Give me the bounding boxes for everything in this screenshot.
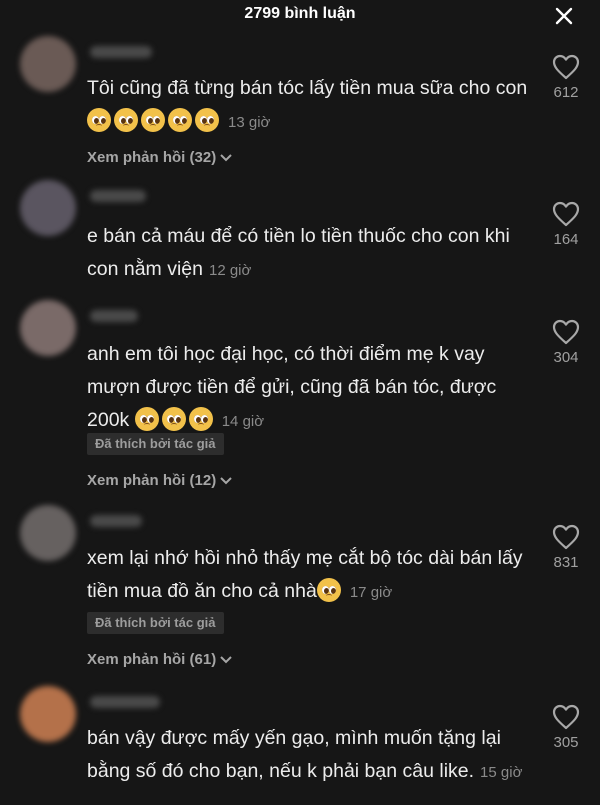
pleading-face-emoji xyxy=(161,407,186,431)
comment-time: 13 giờ xyxy=(228,114,271,131)
username-blurred[interactable] xyxy=(90,190,146,202)
chevron-down-icon xyxy=(220,154,232,162)
heart-icon xyxy=(552,54,580,80)
avatar[interactable] xyxy=(20,686,76,742)
view-replies-button[interactable]: Xem phản hồi (32) xyxy=(87,149,233,166)
comment-text: Tôi cũng đã từng bán tóc lấy tiền mua sữ… xyxy=(87,77,528,132)
like-count: 831 xyxy=(553,554,579,571)
heart-icon xyxy=(552,704,580,730)
pleading-face-emoji xyxy=(168,108,192,132)
pleading-face-emoji xyxy=(188,407,213,431)
avatar[interactable] xyxy=(20,180,76,236)
comment-text: bán vậy được mấy yến gạo, mình muốn tặng… xyxy=(87,727,523,782)
like-count: 164 xyxy=(553,231,579,248)
username-blurred[interactable] xyxy=(90,310,138,322)
chevron-down-icon xyxy=(220,656,232,664)
comment-text: e bán cả máu để có tiền lo tiền thuốc ch… xyxy=(87,225,510,280)
like-button[interactable]: 305 xyxy=(544,704,588,751)
comment-text: anh em tôi học đại học, có thời điểm mẹ … xyxy=(87,343,497,431)
like-count: 612 xyxy=(553,84,579,101)
comment-time: 17 giờ xyxy=(349,584,393,601)
heart-icon xyxy=(552,524,580,550)
chevron-down-icon xyxy=(220,477,232,485)
view-replies-button[interactable]: Xem phản hồi (12) xyxy=(87,472,233,489)
heart-icon xyxy=(552,201,580,227)
liked-by-author-badge: Đã thích bởi tác giả xyxy=(87,612,224,634)
pleading-face-emoji xyxy=(134,407,159,431)
comment-time: 14 giờ xyxy=(221,413,265,430)
like-button[interactable]: 831 xyxy=(544,524,588,571)
heart-icon xyxy=(552,319,580,345)
like-button[interactable]: 304 xyxy=(544,319,588,366)
avatar[interactable] xyxy=(20,505,76,561)
pleading-face-emoji xyxy=(141,108,165,132)
like-count: 305 xyxy=(553,734,579,751)
like-button[interactable]: 164 xyxy=(544,201,588,248)
comment-text: xem lại nhớ hồi nhỏ thấy mẹ cắt bộ tóc d… xyxy=(87,547,523,602)
username-blurred[interactable] xyxy=(90,46,152,58)
pleading-face-emoji xyxy=(195,108,219,132)
comment-count-title: 2799 bình luận xyxy=(244,5,356,22)
username-blurred[interactable] xyxy=(90,515,142,527)
like-button[interactable]: 612 xyxy=(544,54,588,101)
comment-time: 12 giờ xyxy=(208,262,252,279)
avatar[interactable] xyxy=(20,300,76,356)
comment-time: 15 giờ xyxy=(480,764,523,781)
pleading-face-emoji xyxy=(114,108,138,132)
close-icon[interactable] xyxy=(552,4,576,28)
liked-by-author-badge: Đã thích bởi tác giả xyxy=(87,433,224,455)
pleading-face-emoji xyxy=(87,108,111,132)
comments-header: 2799 bình luận xyxy=(0,0,600,34)
username-blurred[interactable] xyxy=(90,696,160,708)
view-replies-button[interactable]: Xem phản hồi (61) xyxy=(87,651,233,668)
like-count: 304 xyxy=(553,349,579,366)
pleading-face-emoji xyxy=(316,578,341,602)
avatar[interactable] xyxy=(20,36,76,92)
